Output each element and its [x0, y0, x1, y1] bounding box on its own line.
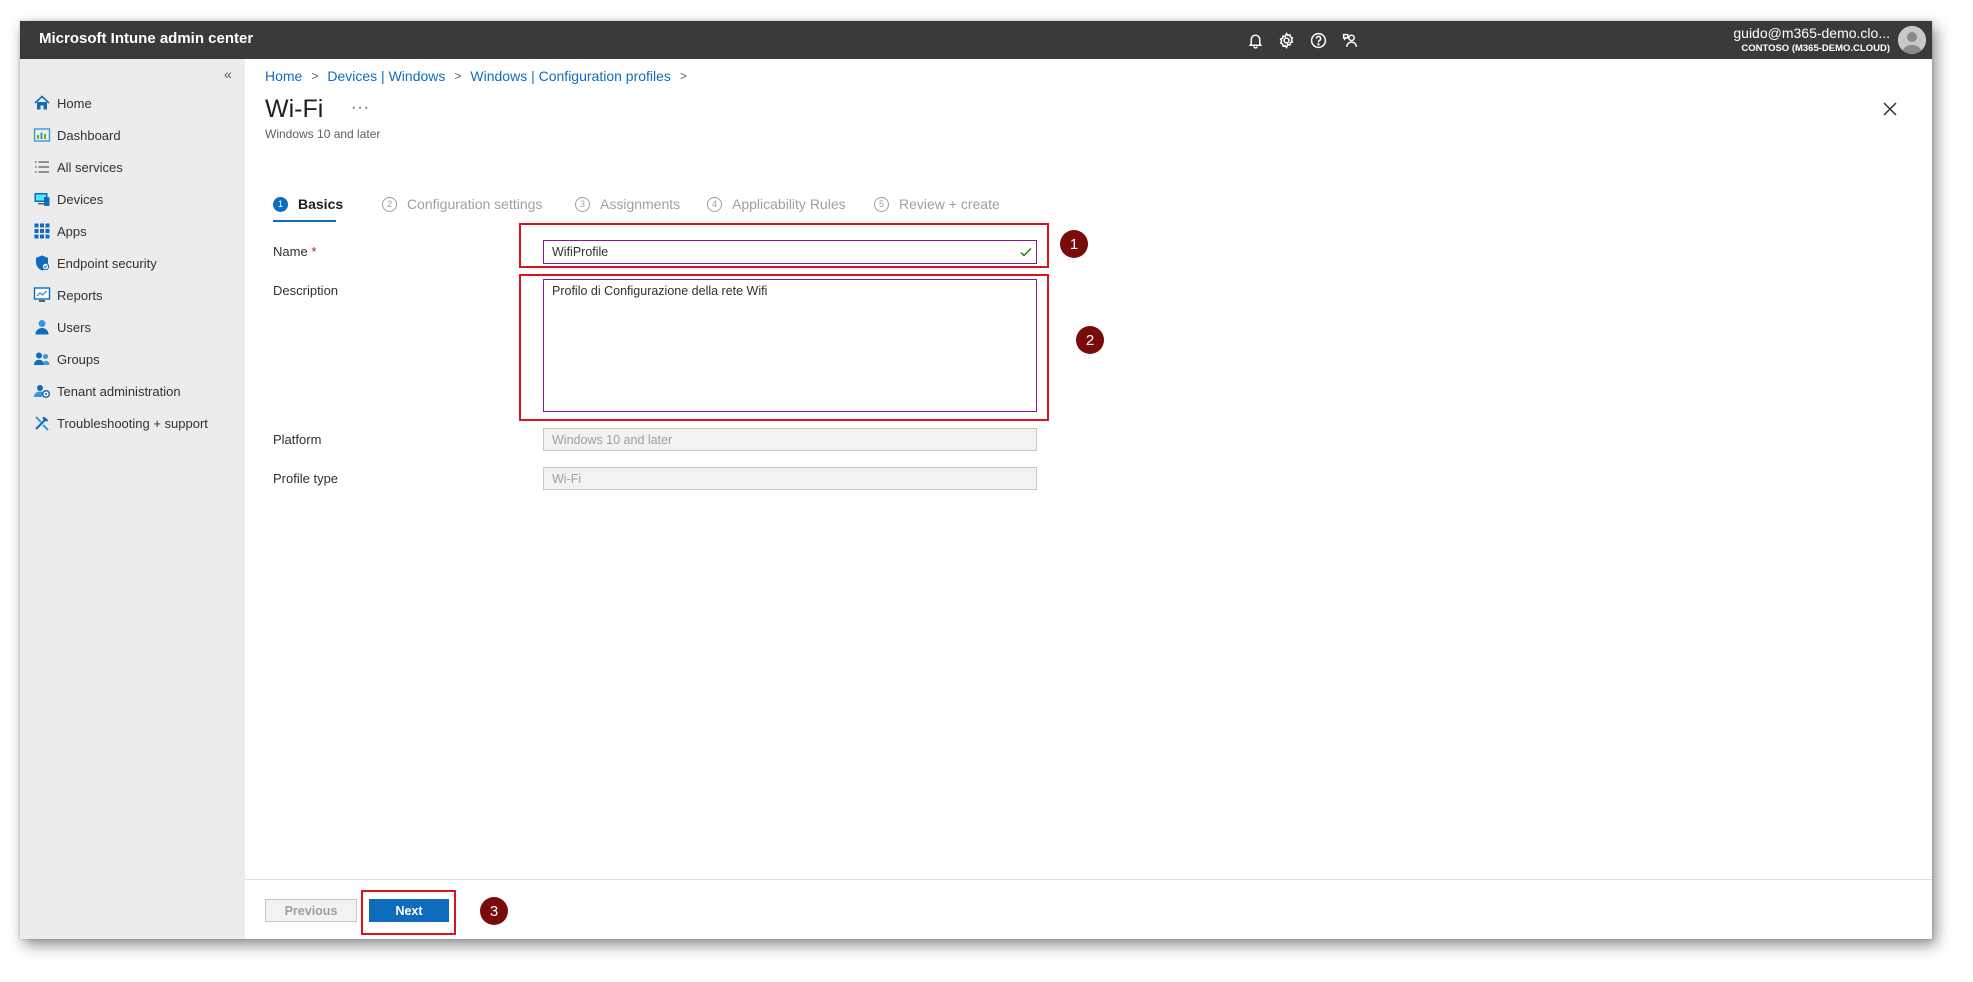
step-label: Assignments: [600, 196, 681, 212]
profile-type-field: [543, 467, 1037, 490]
sidebar-item-groups[interactable]: Groups: [33, 344, 238, 374]
name-label-text: Name: [273, 244, 308, 259]
avatar[interactable]: [1898, 26, 1926, 54]
breadcrumb-separator: >: [311, 69, 319, 83]
sidebar-item-label: Endpoint security: [57, 255, 157, 271]
sidebar-item-users[interactable]: Users: [33, 312, 238, 342]
sidebar-item-label: Dashboard: [57, 127, 121, 143]
home-icon: [33, 94, 51, 112]
sidebar-item-devices[interactable]: Devices: [33, 184, 238, 214]
top-bar: Microsoft Intune admin center guido@m365…: [20, 21, 1932, 59]
dashboard-icon: [33, 126, 51, 144]
required-mark: *: [311, 244, 317, 259]
next-button[interactable]: Next: [369, 899, 449, 922]
page-title: Wi-Fi: [265, 95, 324, 123]
breadcrumb-separator: >: [679, 69, 687, 83]
feedback-icon[interactable]: [1339, 29, 1361, 51]
user-tenant: CONTOSO (M365-DEMO.CLOUD): [1741, 43, 1890, 54]
sidebar-item-label: Troubleshooting + support: [57, 415, 208, 431]
more-options-button[interactable]: ···: [351, 99, 370, 117]
step-number: 4: [707, 196, 722, 212]
apps-icon: [33, 222, 51, 240]
shield-icon: [33, 254, 51, 272]
tenant-admin-icon: [33, 382, 51, 400]
checkmark-icon: [1020, 248, 1032, 257]
platform-field: [543, 428, 1037, 451]
sidebar-item-all-services[interactable]: All services: [33, 152, 238, 182]
tab-basics[interactable]: 1 Basics: [273, 196, 343, 212]
sidebar-item-label: Reports: [57, 287, 103, 303]
sidebar-item-dashboard[interactable]: Dashboard: [33, 120, 238, 150]
page-subtitle: Windows 10 and later: [265, 127, 381, 141]
sidebar-item-label: Home: [57, 95, 92, 111]
all-services-icon: [33, 158, 51, 176]
close-icon[interactable]: [1882, 101, 1902, 121]
reports-icon: [33, 286, 51, 304]
help-icon[interactable]: [1307, 29, 1329, 51]
step-number: 5: [874, 196, 889, 212]
tab-applicability-rules[interactable]: 4 Applicability Rules: [707, 196, 846, 212]
name-field[interactable]: [543, 240, 1037, 264]
annotation-badge-2: 2: [1076, 326, 1104, 354]
breadcrumb-devices-windows[interactable]: Devices | Windows: [327, 68, 445, 84]
step-number: 3: [575, 196, 590, 212]
sidebar-item-label: Groups: [57, 351, 100, 367]
sidebar-item-troubleshooting-support[interactable]: Troubleshooting + support: [33, 408, 238, 438]
groups-icon: [33, 350, 51, 368]
sidebar-item-endpoint-security[interactable]: Endpoint security: [33, 248, 238, 278]
breadcrumb: Home > Devices | Windows > Windows | Con…: [265, 68, 696, 84]
tab-review-create[interactable]: 5 Review + create: [874, 196, 1000, 212]
annotation-badge-3: 3: [480, 897, 508, 925]
user-icon: [33, 318, 51, 336]
tab-configuration-settings[interactable]: 2 Configuration settings: [382, 196, 542, 212]
sidebar: « Home Dashboard All services Devices Ap…: [20, 59, 245, 939]
platform-label: Platform: [273, 432, 322, 447]
sidebar-item-label: Tenant administration: [57, 383, 181, 399]
description-label: Description: [273, 283, 339, 298]
step-label: Applicability Rules: [732, 196, 846, 212]
sidebar-item-label: Devices: [57, 191, 104, 207]
step-label: Basics: [298, 196, 344, 212]
sidebar-item-label: All services: [57, 159, 123, 175]
gear-icon[interactable]: [1275, 29, 1297, 51]
previous-button[interactable]: Previous: [265, 899, 357, 922]
sidebar-item-home[interactable]: Home: [33, 88, 238, 118]
breadcrumb-configuration-profiles[interactable]: Windows | Configuration profiles: [470, 68, 671, 84]
profile-type-label: Profile type: [273, 471, 339, 486]
breadcrumb-home[interactable]: Home: [265, 68, 302, 84]
wizard-footer: Previous Next 3: [245, 879, 1932, 939]
troubleshoot-icon: [33, 414, 51, 432]
step-number: 1: [273, 196, 288, 212]
active-tab-indicator: [273, 220, 336, 222]
sidebar-item-label: Users: [57, 319, 91, 335]
sidebar-item-apps[interactable]: Apps: [33, 216, 238, 246]
step-label: Configuration settings: [407, 196, 543, 212]
description-field[interactable]: Profilo di Configurazione della rete Wif…: [543, 279, 1037, 412]
sidebar-item-label: Apps: [57, 223, 87, 239]
name-label: Name *: [273, 244, 316, 259]
annotation-badge-1: 1: [1060, 230, 1088, 258]
main-content: Home > Devices | Windows > Windows | Con…: [245, 59, 1932, 939]
tab-assignments[interactable]: 3 Assignments: [575, 196, 680, 212]
breadcrumb-separator: >: [454, 69, 462, 83]
sidebar-item-tenant-administration[interactable]: Tenant administration: [33, 376, 238, 406]
bell-icon[interactable]: [1244, 29, 1266, 51]
devices-icon: [33, 190, 51, 208]
collapse-sidebar-button[interactable]: «: [224, 66, 232, 82]
user-email[interactable]: guido@m365-demo.clo...: [1733, 25, 1890, 41]
step-number: 2: [382, 196, 397, 212]
app-window: Microsoft Intune admin center guido@m365…: [20, 21, 1932, 939]
step-label: Review + create: [899, 196, 1000, 212]
app-title[interactable]: Microsoft Intune admin center: [39, 30, 253, 47]
sidebar-item-reports[interactable]: Reports: [33, 280, 238, 310]
